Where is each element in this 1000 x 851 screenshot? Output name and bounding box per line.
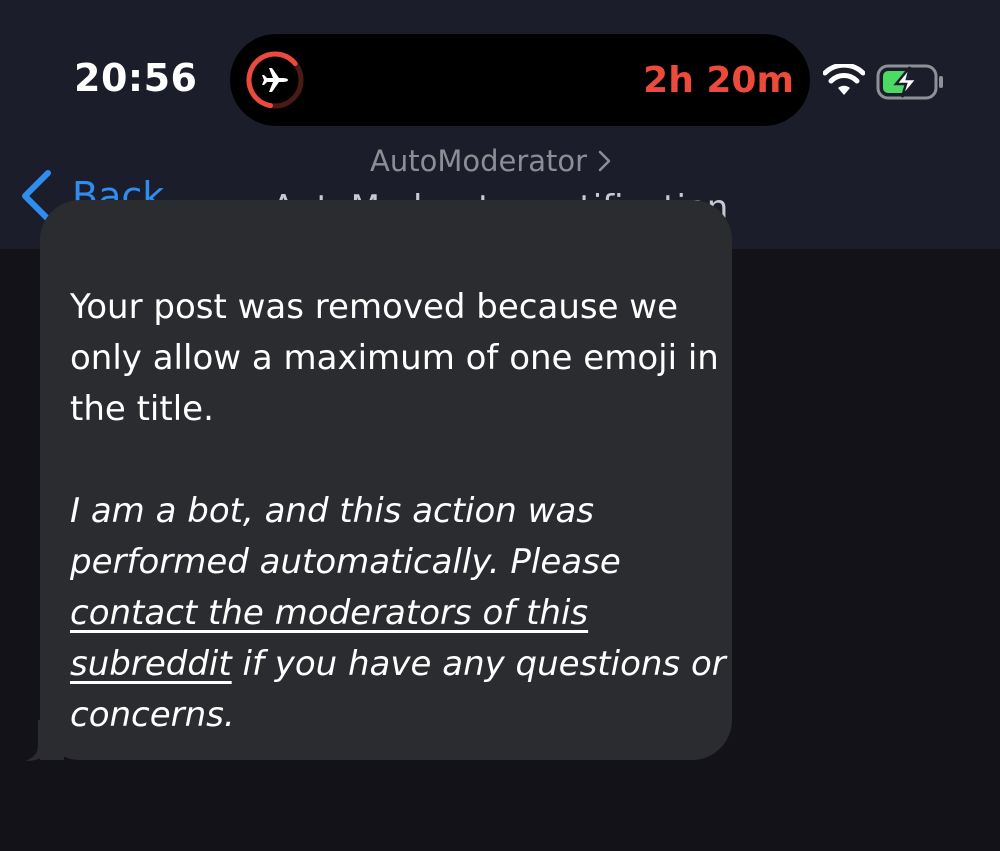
chevron-right-icon — [598, 150, 611, 172]
bot-notice-text: I am a bot, and this action was performe… — [70, 491, 621, 582]
dynamic-island[interactable]: 2h 20m — [230, 34, 810, 126]
wifi-icon — [823, 64, 865, 95]
status-time: 20:56 — [74, 56, 198, 100]
sender-name: AutoModerator — [370, 144, 588, 178]
message-paragraph: Your post was removed because we only al… — [70, 287, 719, 429]
message-bot-notice: I am a bot, and this action was performe… — [70, 486, 730, 741]
sender-link[interactable]: AutoModerator — [370, 144, 611, 178]
airplane-icon — [246, 51, 304, 109]
flight-time-remaining: 2h 20m — [643, 60, 794, 101]
battery-charging-icon — [876, 64, 943, 100]
message-bubble-tail — [26, 720, 64, 761]
